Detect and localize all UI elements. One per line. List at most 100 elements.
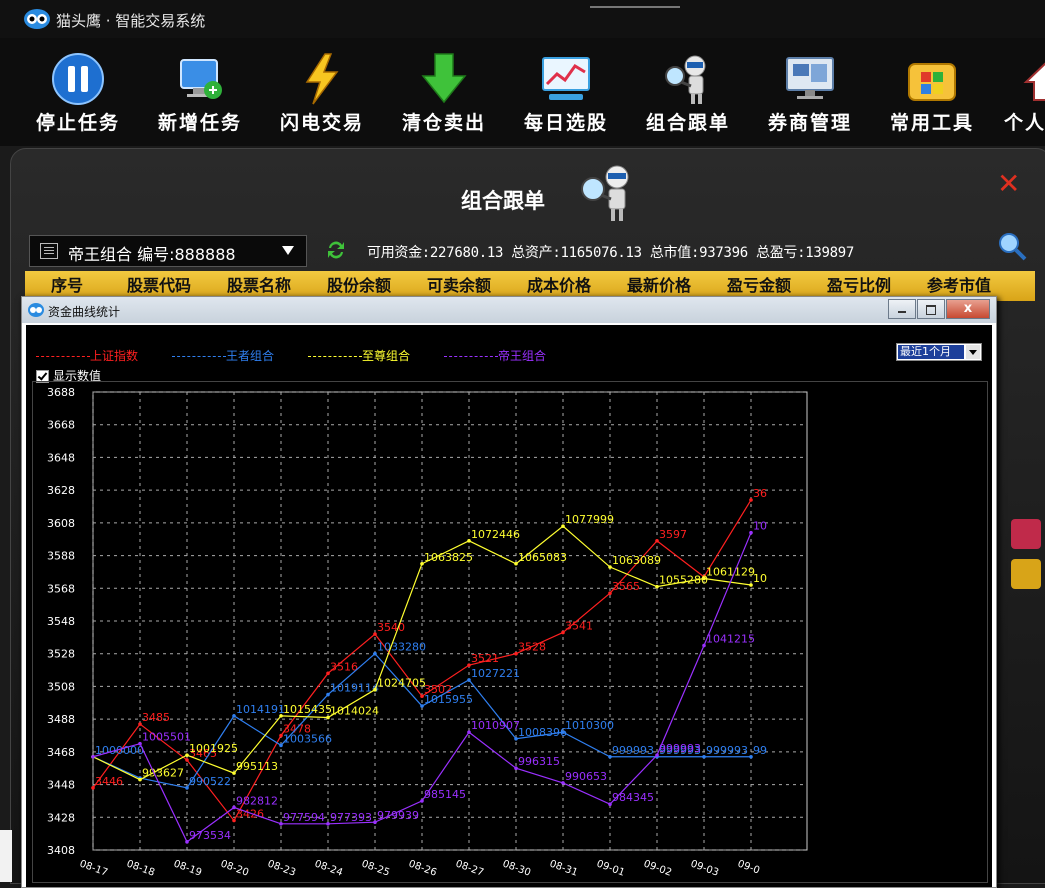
x-tick-label: 08-17 <box>78 858 109 878</box>
data-label: 973534 <box>189 829 231 842</box>
legend-item-zhizun: 至尊组合 <box>308 347 410 364</box>
add-task-icon <box>180 59 222 99</box>
equity-chart-svg: 3408 3428 3448 3468 3488 3508 3528 3548 3568 3588… <box>47 386 808 879</box>
close-icon: x <box>963 301 973 316</box>
data-point <box>91 754 95 759</box>
data-label: 3540 <box>377 621 405 634</box>
y-tick-label: 3468 <box>47 746 75 759</box>
x-tick-label: 09-02 <box>642 858 673 878</box>
data-label: 1061129 <box>706 565 755 578</box>
legend-line <box>172 356 226 357</box>
stop-task-label: 停止任务 <box>35 112 120 134</box>
legend-item-diwang: 帝王组合 <box>444 347 546 364</box>
x-tick-label: 08-20 <box>219 858 250 878</box>
data-label: 1065083 <box>518 551 567 564</box>
broker-manage-label: 券商管理 <box>767 112 852 134</box>
data-label: 1019114 <box>330 682 379 695</box>
data-label: 3541 <box>565 619 593 632</box>
y-tick-label: 3428 <box>47 811 75 824</box>
y-tick-label: 3668 <box>47 419 75 432</box>
minimize-button[interactable] <box>888 299 916 319</box>
personal-label: 个人 <box>1004 112 1045 134</box>
equity-chart: 3408 3428 3448 3468 3488 3508 3528 3548 3568 3588… <box>32 381 988 883</box>
panel-close-icon[interactable]: ✕ <box>997 167 1020 200</box>
x-tick-label: 08-26 <box>407 858 438 878</box>
flash-trade-button[interactable]: 闪电交易 <box>272 52 372 135</box>
common-tools-button[interactable]: 常用工具 <box>882 52 982 135</box>
add-task-label: 新增任务 <box>157 112 242 134</box>
time-range-select[interactable]: 最近1个月 <box>896 343 982 361</box>
data-label: 985145 <box>424 788 466 801</box>
portfolio-select[interactable]: 帝王组合 编号:888888 <box>29 235 307 267</box>
legend-label: 帝王组合 <box>498 349 547 363</box>
data-label: 3485 <box>142 711 170 724</box>
data-label: 999993 <box>706 744 748 757</box>
lightning-icon <box>305 53 339 105</box>
legend-line <box>308 356 362 357</box>
portfolio-select-value: 帝王组合 编号:888888 <box>68 245 236 264</box>
magnifier-robot-icon <box>581 165 629 221</box>
time-range-value: 最近1个月 <box>898 345 964 359</box>
data-label: 1041215 <box>706 633 755 646</box>
data-label: 1008396 <box>518 726 567 739</box>
legend-label: 上证指数 <box>90 349 139 363</box>
search-icon[interactable] <box>997 231 1027 261</box>
y-tick-label: 3628 <box>47 484 75 497</box>
y-tick-label: 3588 <box>47 550 75 563</box>
maximize-button[interactable] <box>917 299 945 319</box>
y-tick-label: 3568 <box>47 582 75 595</box>
owl-logo-icon <box>28 303 44 317</box>
owl-logo-icon <box>24 9 50 29</box>
window-controls: x <box>888 299 991 319</box>
window-title: 资金曲线统计 <box>48 305 121 319</box>
window-title-bar[interactable]: 资金曲线统计 x <box>22 297 996 323</box>
side-action-button[interactable] <box>1011 519 1041 549</box>
data-label: 3597 <box>659 528 687 541</box>
data-label: 1014191 <box>236 703 285 716</box>
data-label: 977393 <box>330 811 372 824</box>
flash-trade-label: 闪电交易 <box>279 112 364 134</box>
x-tick-label: 09-03 <box>689 858 720 878</box>
data-label: 993627 <box>142 767 184 780</box>
y-tick-label: 3688 <box>47 386 75 399</box>
clear-sell-button[interactable]: 清仓卖出 <box>394 52 494 135</box>
data-label: 1024705 <box>377 677 426 690</box>
data-label: 1063825 <box>424 551 473 564</box>
data-label: 1033280 <box>377 641 426 654</box>
portfolio-follow-button[interactable]: 组合跟单 <box>638 52 738 135</box>
portfolio-follow-label: 组合跟单 <box>645 112 730 134</box>
title-bar: 猫头鹰 · 智能交易系统 <box>0 0 1045 39</box>
window-drag-grip[interactable] <box>590 6 680 8</box>
window-close-button[interactable]: x <box>946 299 990 319</box>
legend-line <box>36 356 90 357</box>
data-label: 1014024 <box>330 705 379 718</box>
panel-title: 组合跟单 <box>461 189 545 213</box>
data-label: 3521 <box>471 652 499 665</box>
data-label: 990653 <box>565 770 607 783</box>
data-label: 982812 <box>236 794 278 807</box>
legend-label: 王者组合 <box>226 349 275 363</box>
x-tick-label: 08-27 <box>454 858 485 878</box>
data-label: 1005501 <box>142 731 191 744</box>
monitor-icon <box>786 57 834 99</box>
daily-pick-label: 每日选股 <box>523 112 608 134</box>
pause-icon <box>52 53 104 105</box>
stop-task-button[interactable]: 停止任务 <box>28 52 128 135</box>
personal-button[interactable]: 个人 <box>1004 52 1045 135</box>
app-title: 猫头鹰 · 智能交易系统 <box>56 12 206 30</box>
stock-chart-icon <box>542 57 590 100</box>
data-label: 10 <box>753 520 767 533</box>
refresh-icon[interactable] <box>325 239 347 261</box>
legend-line <box>444 356 498 357</box>
side-action-button[interactable] <box>1011 559 1041 589</box>
daily-pick-button[interactable]: 每日选股 <box>516 52 616 135</box>
add-task-button[interactable]: 新增任务 <box>150 52 250 135</box>
x-tick-label: 08-24 <box>313 858 344 878</box>
data-label: 996315 <box>518 755 560 768</box>
y-tick-label: 3408 <box>47 844 75 857</box>
magnifier-robot-icon <box>665 55 706 104</box>
chevron-down-icon <box>282 246 294 255</box>
data-label: 1015955 <box>424 693 473 706</box>
x-tick-label: 08-18 <box>125 858 156 878</box>
broker-manage-button[interactable]: 券商管理 <box>760 52 860 135</box>
